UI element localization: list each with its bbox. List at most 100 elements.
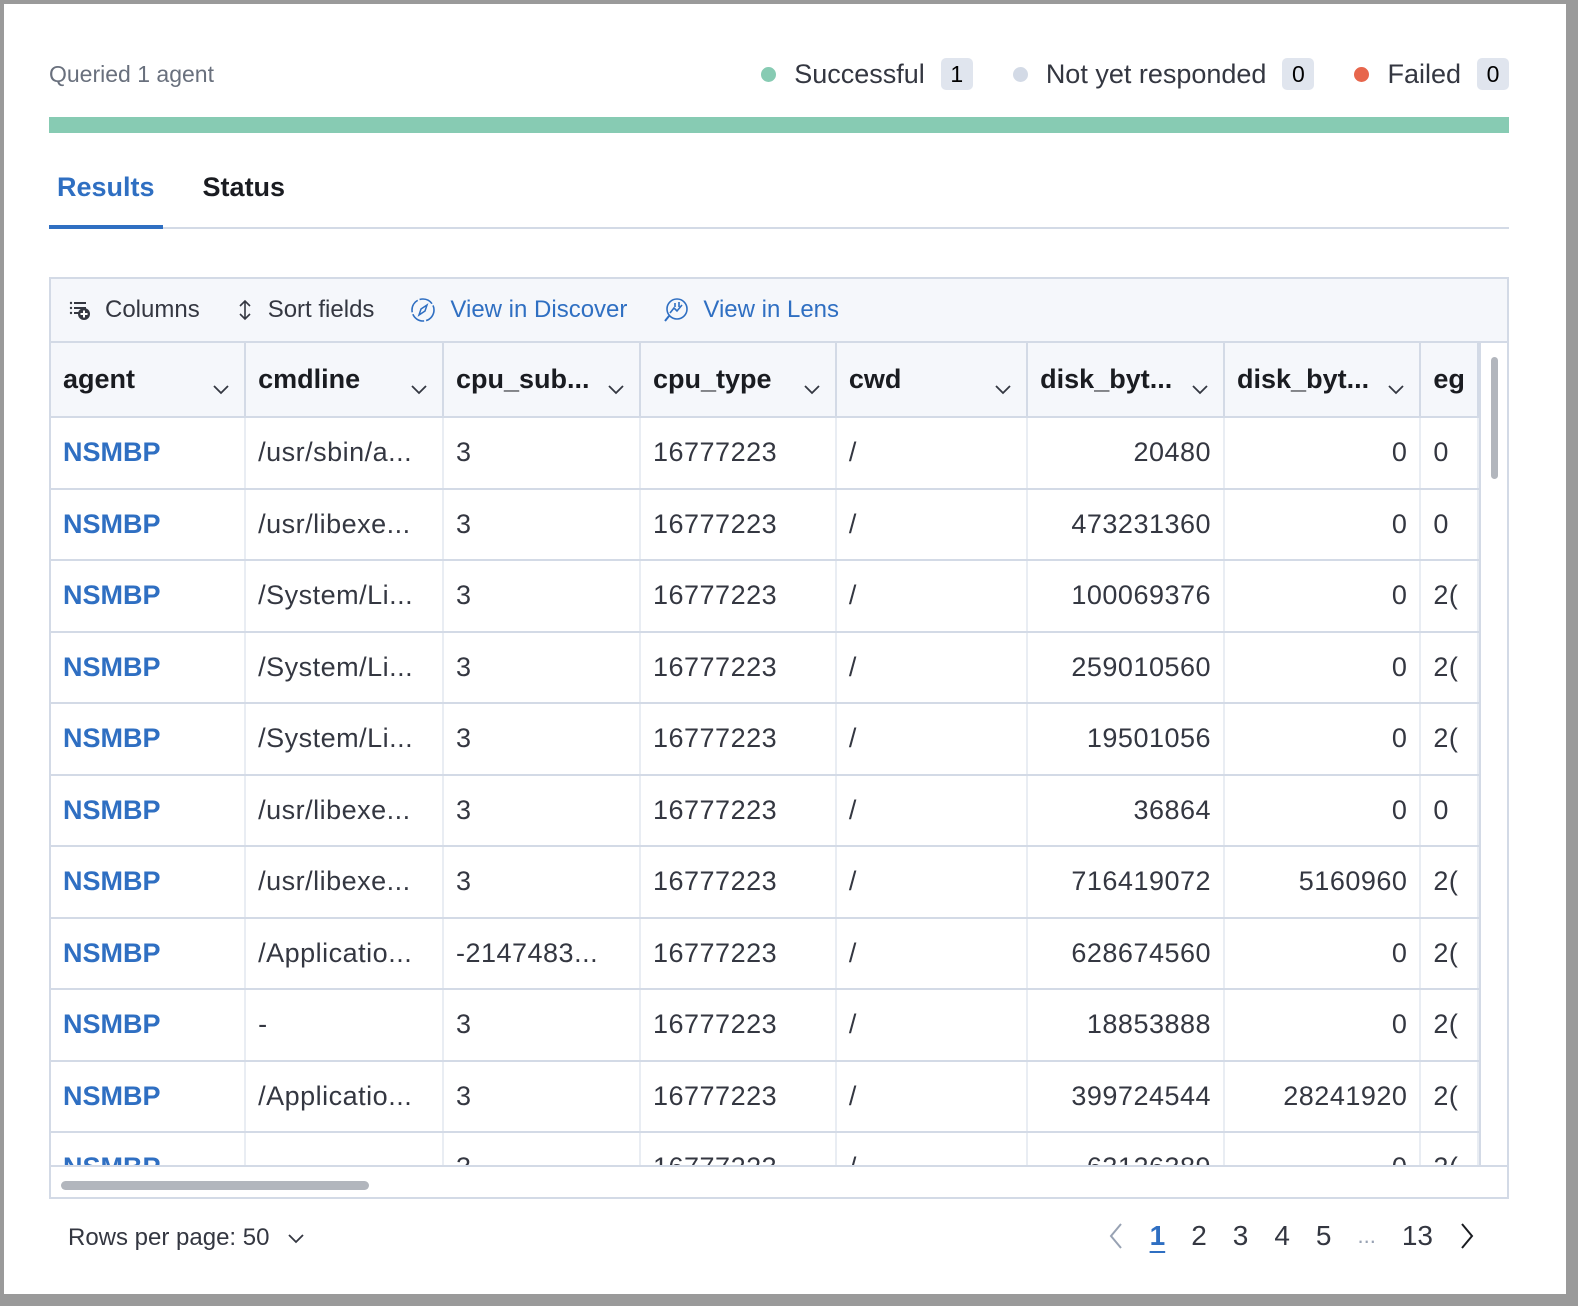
agent-link[interactable]: NSMBP bbox=[51, 989, 247, 1062]
table-cell: 16777223 bbox=[639, 703, 837, 776]
table-cell: 16777223 bbox=[639, 560, 837, 633]
view-in-discover-button[interactable]: View in Discover bbox=[410, 296, 627, 324]
agent-link[interactable]: NSMBP bbox=[51, 560, 247, 633]
view-in-lens-button[interactable]: View in Lens bbox=[663, 296, 839, 324]
column-actions-chevron-icon[interactable] bbox=[212, 371, 230, 402]
table-cell: 0 bbox=[1224, 417, 1422, 490]
table-cell: 0 bbox=[1224, 1132, 1422, 1165]
table-cell: /System/Li... bbox=[245, 560, 444, 633]
table-cell: 0 bbox=[1224, 774, 1422, 847]
agent-link[interactable]: NSMBP bbox=[51, 703, 247, 776]
grid-body: agent cmdline cpu_sub... cpu_type cwd disk_by… bbox=[51, 343, 1479, 1165]
agent-link[interactable]: NSMBP bbox=[51, 488, 247, 561]
column-header[interactable]: cpu_type bbox=[639, 343, 837, 418]
table-cell: 2( bbox=[1420, 1060, 1479, 1133]
table-cell: /Applicatio... bbox=[245, 1060, 444, 1133]
table-row: NSMBP/Applicatio... 3 16777223/399724544 28… bbox=[51, 1060, 1479, 1133]
agent-link[interactable]: NSMBP bbox=[51, 631, 247, 704]
page-button[interactable]: 4 bbox=[1274, 1220, 1290, 1252]
table-cell: 3 bbox=[442, 989, 641, 1062]
table-cell: 2( bbox=[1420, 703, 1479, 776]
column-header[interactable]: disk_byt... bbox=[1027, 343, 1226, 418]
table-cell: 16777223 bbox=[639, 774, 837, 847]
column-actions-chevron-icon[interactable] bbox=[994, 371, 1012, 402]
rows-per-page-select[interactable]: Rows per page: 50 bbox=[68, 1224, 305, 1252]
table-cell: 2( bbox=[1420, 631, 1479, 704]
page-button[interactable]: 5 bbox=[1316, 1220, 1332, 1252]
status-label: Successful bbox=[794, 58, 925, 89]
table-cell: 0 bbox=[1224, 917, 1422, 990]
lens-icon bbox=[664, 298, 689, 322]
table-row: NSMBP -3 16777223/18853888 0 2( bbox=[51, 989, 1479, 1062]
table-cell: / bbox=[835, 917, 1029, 990]
page-button[interactable]: 2 bbox=[1191, 1220, 1207, 1252]
agent-link[interactable]: NSMBP bbox=[51, 1132, 247, 1165]
table-cell: 0 bbox=[1420, 488, 1479, 561]
column-header-label: agent bbox=[63, 364, 136, 394]
results-tabs: Results Status bbox=[49, 162, 1509, 229]
table-cell: 0 bbox=[1224, 560, 1422, 633]
column-actions-chevron-icon[interactable] bbox=[1191, 371, 1209, 402]
table-cell: 2( bbox=[1420, 1132, 1479, 1165]
tab-status[interactable]: Status bbox=[195, 162, 294, 229]
column-header-label: cmdline bbox=[258, 364, 361, 394]
compass-icon bbox=[411, 298, 436, 322]
table-cell: / bbox=[835, 417, 1029, 490]
column-header[interactable]: cmdline bbox=[245, 343, 444, 418]
column-actions-chevron-icon[interactable] bbox=[410, 371, 428, 402]
table-cell: /System/Li... bbox=[245, 631, 444, 704]
table-row: NSMBP/System/Li... 3 16777223/19501056 0 2( bbox=[51, 703, 1479, 776]
table-cell: 3 bbox=[442, 774, 641, 847]
page-button[interactable]: 13 bbox=[1402, 1220, 1433, 1252]
sort-fields-label: Sort fields bbox=[267, 296, 375, 323]
previous-page-icon[interactable] bbox=[1108, 1222, 1124, 1250]
status-label: Not yet responded bbox=[1045, 58, 1267, 89]
page-button[interactable]: 1 bbox=[1150, 1220, 1166, 1252]
status-label: Failed bbox=[1387, 58, 1461, 89]
vertical-scrollbar-thumb[interactable] bbox=[1491, 357, 1498, 479]
column-actions-chevron-icon[interactable] bbox=[803, 371, 821, 402]
table-cell: 399724544 bbox=[1027, 1060, 1226, 1133]
table-row: NSMBP/usr/libexe... 3 16777223/473231360 0 0 bbox=[51, 488, 1479, 561]
column-header[interactable]: agent bbox=[51, 343, 247, 418]
table-row: NSMBP/usr/libexe... 3 16777223/36864 0 0 bbox=[51, 774, 1479, 847]
horizontal-scrollbar-thumb[interactable] bbox=[61, 1181, 369, 1190]
horizontal-scrollbar-track[interactable] bbox=[51, 1165, 1507, 1197]
table-cell: / bbox=[835, 774, 1029, 847]
columns-button[interactable]: Columns bbox=[69, 296, 200, 324]
agent-link[interactable]: NSMBP bbox=[51, 417, 247, 490]
status-count-badge: 0 bbox=[1282, 58, 1315, 90]
agent-link[interactable]: NSMBP bbox=[51, 1060, 247, 1133]
column-header[interactable]: cpu_sub... bbox=[442, 343, 641, 418]
vertical-scrollbar-track[interactable] bbox=[1479, 343, 1507, 1165]
next-page-icon[interactable] bbox=[1459, 1222, 1475, 1250]
column-header[interactable]: cwd bbox=[835, 343, 1029, 418]
column-actions-chevron-icon[interactable] bbox=[607, 371, 625, 402]
table-cell: 0 bbox=[1224, 989, 1422, 1062]
response-progress-bar bbox=[49, 117, 1509, 133]
column-header[interactable]: disk_byt... bbox=[1224, 343, 1422, 418]
agent-link[interactable]: NSMBP bbox=[51, 846, 247, 919]
column-header[interactable]: eg bbox=[1420, 343, 1479, 418]
chevron-down-icon bbox=[288, 1234, 305, 1244]
table-cell: 473231360 bbox=[1027, 488, 1226, 561]
column-actions-chevron-icon[interactable] bbox=[1387, 371, 1405, 402]
table-cell: /System/Li... bbox=[245, 703, 444, 776]
table-cell: / bbox=[835, 1132, 1029, 1165]
table-cell: /usr/libexe... bbox=[245, 774, 444, 847]
table-cell: 16777223 bbox=[639, 417, 837, 490]
agent-link[interactable]: NSMBP bbox=[51, 917, 247, 990]
agent-link[interactable]: NSMBP bbox=[51, 774, 247, 847]
table-cell: 5160960 bbox=[1224, 846, 1422, 919]
page-button[interactable]: 3 bbox=[1233, 1220, 1249, 1252]
sort-fields-button[interactable]: Sort fields bbox=[236, 296, 375, 324]
tab-results[interactable]: Results bbox=[49, 162, 163, 229]
column-header-label: cpu_type bbox=[652, 364, 772, 394]
pagination: 1 2 3 4 5... 13 bbox=[1095, 1220, 1488, 1252]
table-cell: / bbox=[835, 488, 1029, 561]
table-cell: 2( bbox=[1420, 989, 1479, 1062]
table-cell bbox=[245, 1132, 444, 1165]
table-cell: /Applicatio... bbox=[245, 917, 444, 990]
table-cell: /usr/sbin/a... bbox=[245, 417, 444, 490]
table-cell: /usr/libexe... bbox=[245, 488, 444, 561]
